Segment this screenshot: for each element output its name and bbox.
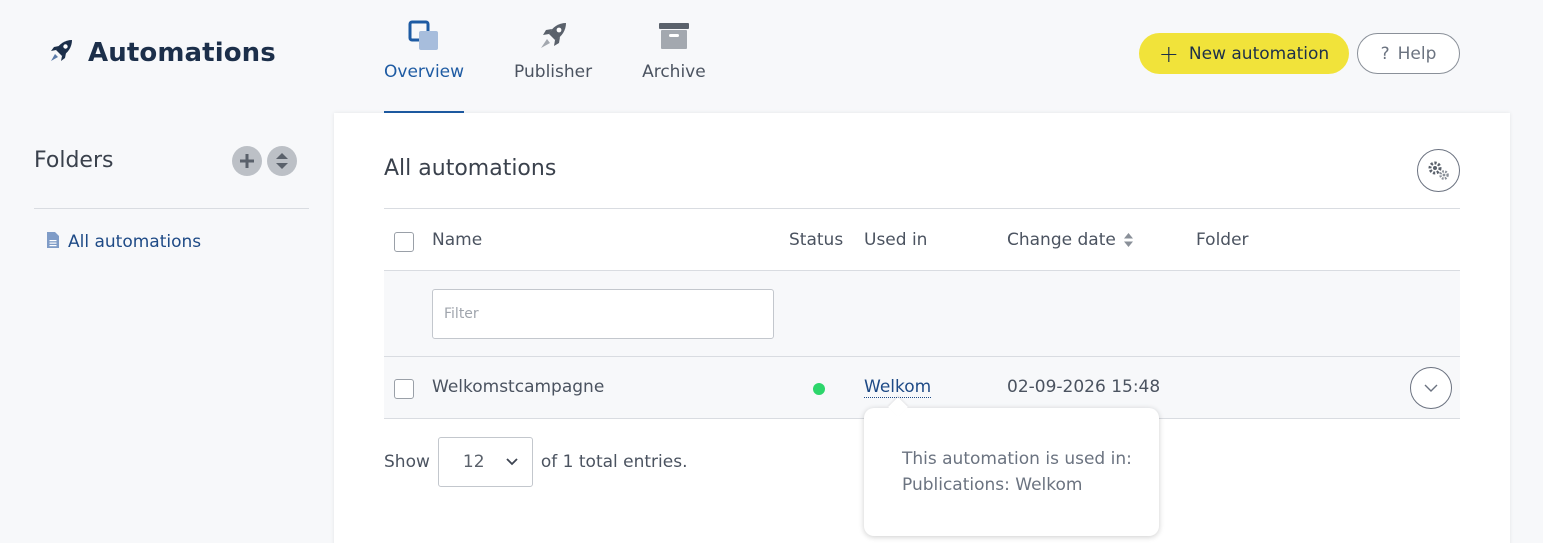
page-size-value: 12: [462, 452, 485, 472]
new-automation-button[interactable]: + New automation: [1139, 33, 1349, 74]
help-button[interactable]: ? Help: [1357, 33, 1460, 74]
tab-archive[interactable]: Archive: [642, 0, 706, 113]
tab-publisher[interactable]: Publisher: [514, 0, 592, 113]
tab-overview-label: Overview: [384, 62, 465, 82]
rocket-icon: [46, 36, 76, 70]
row-change-date: 02-09-2026 15:48: [1007, 377, 1161, 397]
document-icon: [46, 231, 60, 253]
tab-publisher-label: Publisher: [514, 62, 593, 82]
app-title: Automations: [46, 36, 276, 70]
rocket-icon: [537, 20, 569, 56]
used-in-link[interactable]: Welkom: [864, 377, 932, 398]
new-automation-label: New automation: [1188, 43, 1330, 64]
tooltip-line-2: Publications: Welkom: [902, 475, 1083, 495]
folders-header: Folders: [34, 113, 309, 209]
sidebar-item-label: All automations: [68, 232, 202, 252]
column-header-used-in[interactable]: Used in: [864, 230, 927, 250]
add-folder-button[interactable]: [232, 145, 262, 176]
folder-actions: [232, 145, 297, 176]
status-active-dot: [813, 383, 825, 395]
row-expand-button[interactable]: [1410, 367, 1452, 409]
table-settings-button[interactable]: [1417, 149, 1460, 192]
total-entries-label: of 1 total entries.: [540, 452, 688, 472]
sidebar-item-all-automations[interactable]: All automations: [46, 231, 309, 253]
select-all-checkbox[interactable]: [394, 232, 414, 252]
panel-title: All automations: [384, 156, 557, 181]
name-filter-input[interactable]: [432, 289, 774, 339]
used-in-tooltip: This automation is used in: Publications…: [864, 408, 1159, 536]
question-mark-icon: ?: [1380, 43, 1390, 64]
folders-sidebar: Folders All automations: [34, 113, 309, 253]
folders-title: Folders: [34, 148, 114, 173]
sort-icon: [1123, 233, 1133, 247]
sort-icon: [276, 152, 288, 169]
tooltip-line-1: This automation is used in:: [902, 449, 1132, 469]
gears-icon: [1428, 161, 1449, 180]
plus-icon: +: [1158, 39, 1179, 68]
automations-table: Name Status Used in Change date Folder W…: [384, 208, 1460, 419]
app-title-text: Automations: [88, 38, 276, 68]
table-header-row: Name Status Used in Change date Folder: [384, 208, 1460, 270]
page-size-select[interactable]: 12: [437, 437, 533, 487]
row-name[interactable]: Welkomstcampagne: [432, 377, 604, 397]
column-header-name[interactable]: Name: [432, 230, 482, 250]
column-header-change-date[interactable]: Change date: [1007, 230, 1134, 250]
sort-folders-button[interactable]: [267, 145, 297, 176]
column-header-folder[interactable]: Folder: [1196, 230, 1249, 250]
table-filter-row: [384, 270, 1460, 356]
tab-archive-label: Archive: [642, 62, 706, 82]
overview-icon: [408, 20, 440, 56]
column-header-status[interactable]: Status: [789, 230, 843, 250]
help-label: Help: [1397, 43, 1437, 64]
show-label: Show: [384, 452, 430, 472]
plus-icon: [240, 153, 254, 168]
row-checkbox[interactable]: [394, 379, 414, 399]
change-date-label: Change date: [1007, 230, 1116, 250]
tab-overview[interactable]: Overview: [384, 0, 465, 113]
pagination: Show 12 of 1 total entries.: [384, 437, 688, 487]
archive-box-icon: [658, 20, 690, 56]
main-nav: Overview Publisher Archive: [384, 0, 756, 113]
chevron-down-icon: [1424, 384, 1438, 392]
chevron-down-icon: [506, 458, 518, 466]
